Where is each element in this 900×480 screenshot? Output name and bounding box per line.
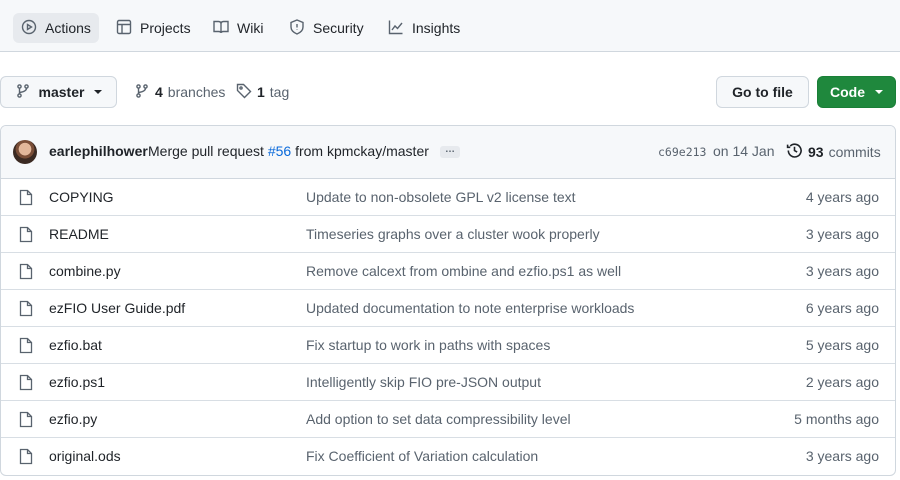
file-icon bbox=[18, 337, 34, 354]
file-name[interactable]: ezfio.py bbox=[49, 411, 97, 427]
go-to-file-button[interactable]: Go to file bbox=[716, 76, 809, 108]
commit-message[interactable]: Merge pull request #56 from kpmckay/mast… bbox=[148, 143, 429, 159]
commits-label: commits bbox=[828, 144, 881, 160]
graph-icon bbox=[388, 19, 404, 38]
repo-nav: Actions Projects Wiki Security Insights bbox=[0, 0, 900, 52]
expand-commit-message-button[interactable]: … bbox=[440, 145, 460, 158]
file-icon bbox=[18, 226, 34, 243]
table-icon bbox=[116, 19, 132, 38]
commit-message-prefix: Merge pull request bbox=[148, 143, 268, 159]
latest-commit-bar: earlephilhower Merge pull request #56 fr… bbox=[1, 126, 895, 179]
file-age: 2 years ago bbox=[805, 374, 879, 390]
file-commit-message[interactable]: Fix Coefficient of Variation calculation bbox=[306, 448, 538, 464]
git-branch-icon bbox=[15, 83, 31, 102]
file-list-box: earlephilhower Merge pull request #56 fr… bbox=[0, 125, 896, 476]
tab-insights[interactable]: Insights bbox=[380, 13, 468, 43]
file-icon bbox=[18, 300, 34, 317]
tab-wiki[interactable]: Wiki bbox=[205, 13, 271, 43]
go-to-file-label: Go to file bbox=[732, 84, 793, 100]
tab-actions[interactable]: Actions bbox=[13, 13, 99, 43]
tab-projects[interactable]: Projects bbox=[108, 13, 199, 43]
file-icon bbox=[18, 411, 34, 428]
pull-request-link[interactable]: #56 bbox=[268, 143, 291, 159]
tag-icon bbox=[236, 83, 252, 102]
file-row: ezfio.py Add option to set data compress… bbox=[1, 401, 895, 438]
branch-select-button[interactable]: master bbox=[0, 76, 117, 108]
commit-date: on 14 Jan bbox=[713, 143, 775, 159]
book-icon bbox=[213, 19, 229, 38]
file-commit-message[interactable]: Intelligently skip FIO pre-JSON output bbox=[306, 374, 541, 390]
file-icon bbox=[18, 189, 34, 206]
commit-message-suffix: from kpmckay/master bbox=[291, 143, 429, 159]
file-row: ezfio.ps1 Intelligently skip FIO pre-JSO… bbox=[1, 364, 895, 401]
file-icon bbox=[18, 448, 34, 465]
file-row: README Timeseries graphs over a cluster … bbox=[1, 216, 895, 253]
commit-sha[interactable]: c69e213 bbox=[658, 145, 706, 159]
file-icon bbox=[18, 263, 34, 280]
file-commit-message[interactable]: Update to non-obsolete GPL v2 license te… bbox=[306, 189, 576, 205]
file-commit-message[interactable]: Fix startup to work in paths with spaces bbox=[306, 337, 550, 353]
tags-count: 1 bbox=[257, 84, 265, 100]
file-age: 3 years ago bbox=[805, 263, 879, 279]
file-row: original.ods Fix Coefficient of Variatio… bbox=[1, 438, 895, 475]
tab-label: Actions bbox=[45, 20, 91, 36]
branches-count: 4 bbox=[155, 84, 163, 100]
tab-label: Security bbox=[313, 20, 364, 36]
chevron-down-icon bbox=[94, 90, 103, 94]
code-label: Code bbox=[830, 84, 865, 100]
commits-link[interactable]: 93 commits bbox=[786, 141, 881, 163]
tab-security[interactable]: Security bbox=[281, 13, 372, 43]
file-age: 5 years ago bbox=[805, 337, 879, 353]
history-icon bbox=[786, 142, 803, 162]
chevron-down-icon bbox=[875, 90, 883, 94]
play-circle-icon bbox=[21, 19, 37, 38]
file-commit-message[interactable]: Remove calcext from ombine and ezfio.ps1… bbox=[306, 263, 621, 279]
commits-count: 93 bbox=[808, 144, 824, 160]
file-name[interactable]: COPYING bbox=[49, 189, 114, 205]
file-name[interactable]: README bbox=[49, 226, 109, 242]
shield-icon bbox=[289, 18, 305, 38]
file-name[interactable]: original.ods bbox=[49, 448, 121, 464]
tags-label: tag bbox=[269, 84, 290, 100]
branches-label: branches bbox=[167, 84, 226, 100]
file-commit-message[interactable]: Timeseries graphs over a cluster wook pr… bbox=[306, 226, 600, 242]
file-age: 3 years ago bbox=[805, 226, 879, 242]
file-name[interactable]: ezfio.ps1 bbox=[49, 374, 105, 390]
tab-label: Wiki bbox=[237, 20, 264, 36]
file-row: ezFIO User Guide.pdf Updated documentati… bbox=[1, 290, 895, 327]
file-age: 3 years ago bbox=[805, 448, 879, 464]
file-name[interactable]: combine.py bbox=[49, 263, 121, 279]
branch-name: master bbox=[38, 84, 85, 100]
file-icon bbox=[18, 374, 34, 391]
code-button[interactable]: Code bbox=[817, 76, 896, 108]
file-commit-message[interactable]: Updated documentation to note enterprise… bbox=[306, 300, 634, 316]
file-name[interactable]: ezfio.bat bbox=[49, 337, 102, 353]
file-list: COPYING Update to non-obsolete GPL v2 li… bbox=[1, 179, 895, 475]
file-age: 5 months ago bbox=[794, 411, 879, 427]
branches-link[interactable]: 4 branches bbox=[134, 80, 225, 104]
avatar[interactable] bbox=[13, 140, 37, 164]
file-age: 4 years ago bbox=[805, 189, 879, 205]
file-row: combine.py Remove calcext from ombine an… bbox=[1, 253, 895, 290]
tab-label: Insights bbox=[412, 20, 461, 36]
file-age: 6 years ago bbox=[805, 300, 879, 316]
tab-label: Projects bbox=[140, 20, 191, 36]
file-name[interactable]: ezFIO User Guide.pdf bbox=[49, 300, 185, 316]
commit-author[interactable]: earlephilhower bbox=[49, 143, 148, 159]
file-row: COPYING Update to non-obsolete GPL v2 li… bbox=[1, 179, 895, 216]
file-row: ezfio.bat Fix startup to work in paths w… bbox=[1, 327, 895, 364]
git-branch-icon bbox=[134, 83, 150, 102]
file-commit-message[interactable]: Add option to set data compressibility l… bbox=[306, 411, 571, 427]
tags-link[interactable]: 1 tag bbox=[236, 80, 289, 104]
